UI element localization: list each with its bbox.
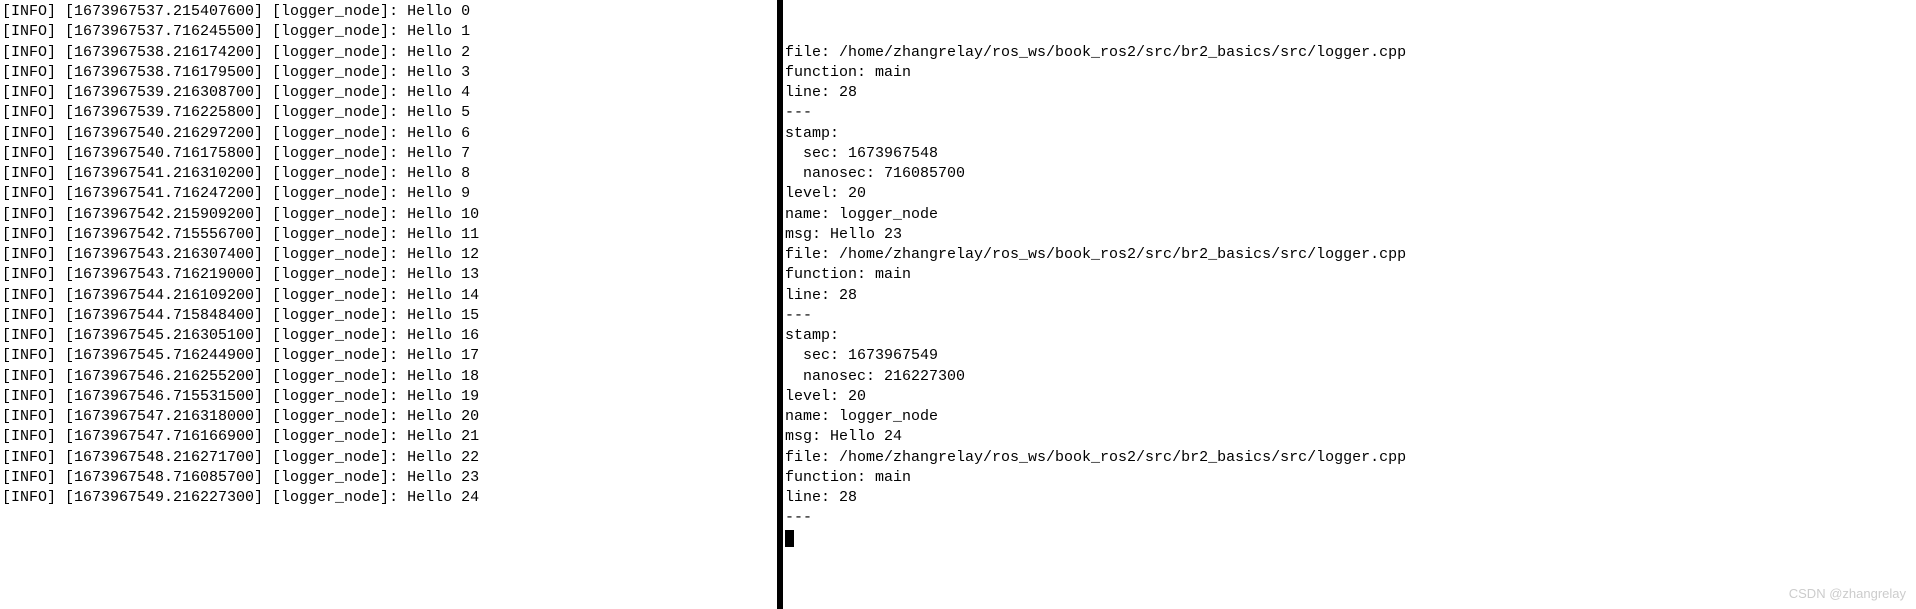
log-line: [INFO] [1673967541.716247200] [logger_no…	[2, 184, 777, 204]
log-line: [INFO] [1673967537.716245500] [logger_no…	[2, 22, 777, 42]
log-line: [INFO] [1673967547.216318000] [logger_no…	[2, 407, 777, 427]
cursor-line	[785, 529, 1916, 549]
log-line: [INFO] [1673967545.216305100] [logger_no…	[2, 326, 777, 346]
log-line: [INFO] [1673967548.716085700] [logger_no…	[2, 468, 777, 488]
log-line: [INFO] [1673967538.216174200] [logger_no…	[2, 43, 777, 63]
cursor-icon	[785, 530, 794, 547]
log-line: ---	[785, 508, 1916, 528]
log-line: [INFO] [1673967538.716179500] [logger_no…	[2, 63, 777, 83]
log-line: file: /home/zhangrelay/ros_ws/book_ros2/…	[785, 43, 1916, 63]
log-line: [INFO] [1673967539.716225800] [logger_no…	[2, 103, 777, 123]
left-terminal[interactable]: [INFO] [1673967537.215407600] [logger_no…	[0, 0, 783, 609]
log-line: sec: 1673967549	[785, 346, 1916, 366]
log-line: [INFO] [1673967549.216227300] [logger_no…	[2, 488, 777, 508]
log-line: [INFO] [1673967543.216307400] [logger_no…	[2, 245, 777, 265]
log-line: level: 20	[785, 184, 1916, 204]
log-line: name: logger_node	[785, 205, 1916, 225]
log-line: [INFO] [1673967546.216255200] [logger_no…	[2, 367, 777, 387]
log-line: msg: Hello 23	[785, 225, 1916, 245]
log-line: [INFO] [1673967539.216308700] [logger_no…	[2, 83, 777, 103]
log-line: function: main	[785, 265, 1916, 285]
log-line: [INFO] [1673967545.716244900] [logger_no…	[2, 346, 777, 366]
log-line: ---	[785, 306, 1916, 326]
log-line: [INFO] [1673967540.216297200] [logger_no…	[2, 124, 777, 144]
log-line: line: 28	[785, 286, 1916, 306]
right-terminal[interactable]: file: /home/zhangrelay/ros_ws/book_ros2/…	[783, 0, 1916, 609]
log-line: function: main	[785, 468, 1916, 488]
log-line: [INFO] [1673967544.216109200] [logger_no…	[2, 286, 777, 306]
log-line: [INFO] [1673967547.716166900] [logger_no…	[2, 427, 777, 447]
log-line: line: 28	[785, 83, 1916, 103]
log-line: ---	[785, 103, 1916, 123]
log-line: [INFO] [1673967541.216310200] [logger_no…	[2, 164, 777, 184]
log-line: [INFO] [1673967542.715556700] [logger_no…	[2, 225, 777, 245]
log-line: stamp:	[785, 124, 1916, 144]
log-line: [INFO] [1673967537.215407600] [logger_no…	[2, 2, 777, 22]
log-line: function: main	[785, 63, 1916, 83]
log-line: [INFO] [1673967540.716175800] [logger_no…	[2, 144, 777, 164]
log-line: [INFO] [1673967546.715531500] [logger_no…	[2, 387, 777, 407]
log-line: name: logger_node	[785, 407, 1916, 427]
log-line: [INFO] [1673967542.215909200] [logger_no…	[2, 205, 777, 225]
log-line: line: 28	[785, 488, 1916, 508]
log-line: file: /home/zhangrelay/ros_ws/book_ros2/…	[785, 448, 1916, 468]
log-line: [INFO] [1673967544.715848400] [logger_no…	[2, 306, 777, 326]
log-line: nanosec: 716085700	[785, 164, 1916, 184]
log-line: nanosec: 216227300	[785, 367, 1916, 387]
log-line: msg: Hello 24	[785, 427, 1916, 447]
log-line: level: 20	[785, 387, 1916, 407]
log-line: [INFO] [1673967543.716219000] [logger_no…	[2, 265, 777, 285]
watermark-text: CSDN @zhangrelay	[1789, 585, 1906, 603]
log-line: [INFO] [1673967548.216271700] [logger_no…	[2, 448, 777, 468]
log-line: file: /home/zhangrelay/ros_ws/book_ros2/…	[785, 245, 1916, 265]
log-line: stamp:	[785, 326, 1916, 346]
log-line: sec: 1673967548	[785, 144, 1916, 164]
